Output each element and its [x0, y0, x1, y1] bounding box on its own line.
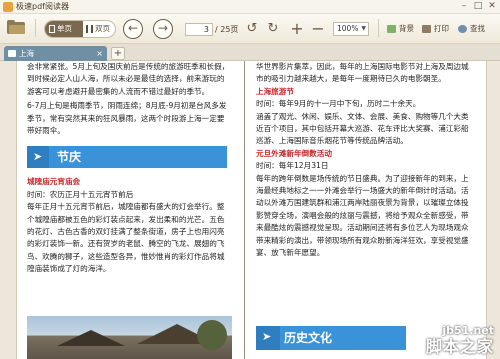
tab-shanghai[interactable]: 上海 × [4, 46, 107, 61]
redo-icon: ↻ [267, 21, 279, 36]
subheading: 城隍庙元宵庙会 [27, 177, 81, 187]
forward-button[interactable]: → [153, 19, 173, 39]
zoom-in-icon: + [290, 19, 304, 38]
paragraph: 每年正月十五元宵节前后，城隍庙都有盛大的灯会举行。整个城隍庙都被五色的彩灯装点起… [27, 202, 225, 274]
undo-button[interactable]: ↺ [244, 21, 260, 37]
temple-photo [27, 316, 232, 359]
document-viewport[interactable]: 会非常紧张。5月上旬及国庆前后是传统的旅游旺季和长假，到时候必定人山人海，所以未… [0, 61, 500, 359]
section-title: 历史文化 [284, 331, 333, 345]
app-title: 极速pdf阅读器 [16, 2, 69, 11]
close-window-button[interactable]: ✕ [486, 1, 498, 12]
back-button[interactable]: ← [123, 19, 143, 39]
zoom-out-icon: − [311, 19, 325, 38]
right-column: 华世界影片集萃，因此，每年的上海国际电影节对上海及周边城市的吸引力越来越大，是每… [256, 61, 474, 260]
left-column: 会非常紧张。5月上旬及国庆前后是传统的旅游旺季和长假，到时候必定人山人海，所以未… [27, 61, 232, 276]
paragraph: 每年的跨年倒数是场传统的节日盛典。为了迎接新年的到来，上海最经典地标之一一外滩会… [256, 173, 469, 258]
background-label: 背景 [399, 24, 414, 33]
page-total-label: / 25页 [215, 25, 239, 34]
view-mode-toggle: 单页 双页 [44, 20, 116, 38]
double-page-label: 双页 [95, 24, 110, 33]
minimize-button[interactable]: – [458, 1, 470, 12]
paragraph: 6-7月上旬是梅雨季节，阴雨连绵；8月底-9月初是台风多发季节，常有突然其来的狂… [27, 101, 227, 136]
search-icon [458, 25, 467, 33]
arrow-icon: ➤ [33, 150, 43, 164]
single-page-icon [49, 25, 55, 33]
search-button[interactable]: 查找 [458, 22, 485, 36]
watermark-name: 脚本之家 [425, 337, 494, 356]
app-logo-icon [3, 2, 13, 12]
paragraph: 会非常紧张。5月上旬及国庆前后是传统的旅游旺季和长假，到时候必定人山人海，所以未… [27, 62, 230, 96]
section-banner-festivals: ➤ 节庆 [27, 146, 232, 169]
print-button[interactable]: 打印 [422, 22, 449, 36]
folder-front-shape [9, 25, 25, 34]
event-time: 时间：每年9月的十一月中下旬，历时二十余天。 [256, 99, 421, 109]
paragraph: 华世界影片集萃，因此，每年的上海国际电影节对上海及周边城市的吸引力越来越大，是每… [256, 62, 469, 84]
document-tab-icon [8, 50, 16, 57]
double-page-button[interactable]: 双页 [83, 21, 115, 37]
section-title: 节庆 [57, 150, 82, 165]
toolbar: 单页 双页 ← → 3 / 25页 ↺ ↻ + − 100% ▼ 背景 打印 查 [0, 14, 500, 44]
title-bar: 极速pdf阅读器 – □ ✕ [0, 0, 500, 14]
tab-label: 上海 [19, 49, 34, 58]
subheading: 元旦外滩新年倒数活动 [256, 148, 332, 158]
add-tab-button[interactable]: + [111, 47, 125, 60]
zoom-out-button[interactable]: − [310, 21, 326, 37]
single-page-button[interactable]: 单页 [45, 21, 83, 37]
search-label: 查找 [470, 24, 485, 33]
temple-roof-shape [57, 330, 125, 346]
print-icon [422, 25, 431, 33]
open-file-button[interactable] [7, 20, 25, 34]
tree-shape [197, 320, 227, 350]
background-icon [387, 25, 396, 33]
redo-button[interactable]: ↻ [265, 21, 281, 37]
zoom-select[interactable]: 100% ▼ [333, 22, 369, 36]
back-arrow-icon: ← [127, 21, 139, 35]
subheading: 上海旅游节 [256, 86, 294, 96]
zoom-in-button[interactable]: + [289, 21, 305, 37]
toolbar-divider [35, 19, 36, 37]
undo-icon: ↺ [246, 21, 258, 36]
forward-arrow-icon: → [157, 21, 169, 35]
paragraph: 涵盖了观光、休闲、娱乐、文体、会展、美食、购物等几个大类近百个项目，其中包括开幕… [256, 111, 469, 146]
close-tab-icon[interactable]: × [96, 46, 103, 61]
pdf-page: 会非常紧张。5月上旬及国庆前后是传统的旅游旺季和长假，到时候必定人山人海，所以未… [16, 61, 487, 359]
toolbar-divider [378, 19, 379, 37]
event-time: 时间：农历正月十五元宵节前后 [27, 189, 134, 199]
tab-bar: 上海 × + [0, 44, 500, 61]
print-label: 打印 [434, 24, 449, 33]
maximize-button[interactable]: □ [472, 1, 484, 12]
event-time: 时间：每年12月31日 [256, 161, 329, 171]
zoom-value: 100% [337, 24, 359, 33]
background-button[interactable]: 背景 [387, 22, 414, 36]
double-page-icon [86, 25, 93, 33]
section-banner-history: ➤ 历史文化 [256, 326, 406, 350]
page-number-input[interactable]: 3 [185, 23, 213, 36]
single-page-label: 单页 [57, 24, 72, 33]
chevron-down-icon: ▼ [361, 25, 366, 32]
column-divider [244, 61, 245, 359]
arrow-icon: ➤ [262, 330, 272, 343]
